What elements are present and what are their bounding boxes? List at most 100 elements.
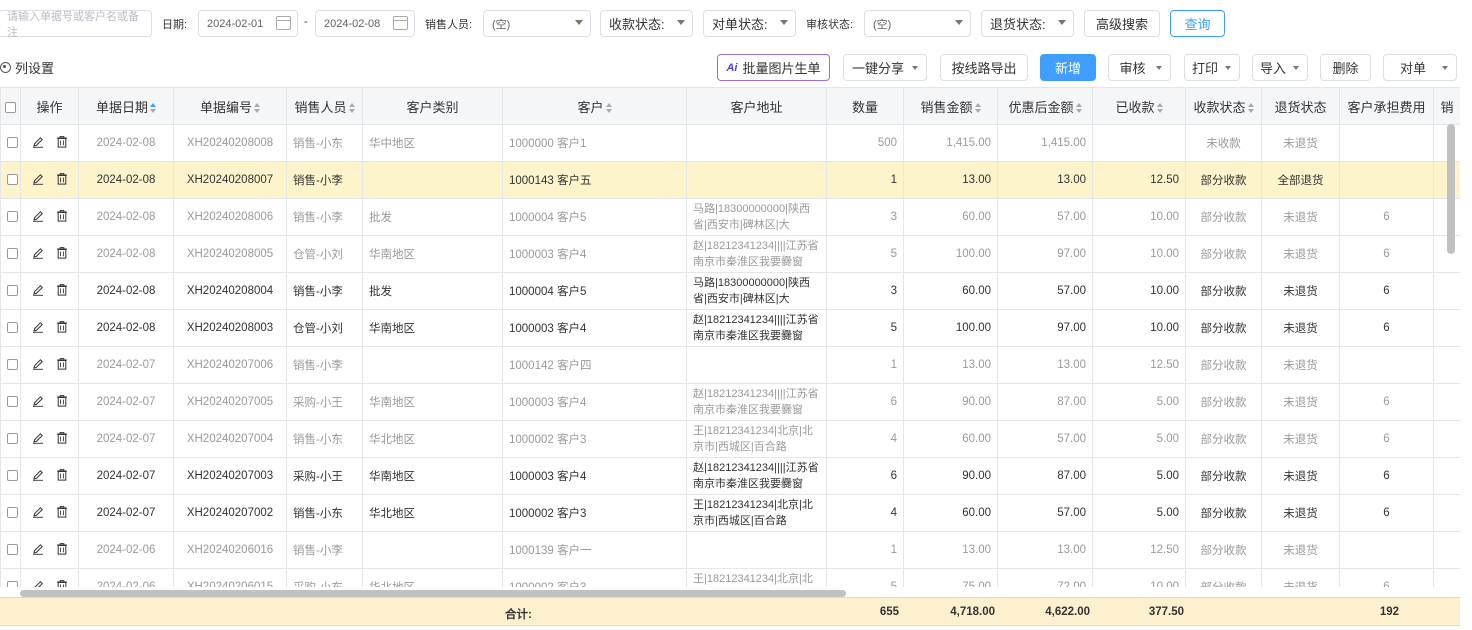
row-checkbox[interactable] (7, 174, 18, 186)
search-input[interactable]: 请输入单据号或客户名或备注 (0, 10, 152, 39)
header-pay-status[interactable]: 收款状态 (1185, 87, 1262, 125)
row-checkbox[interactable] (7, 470, 18, 482)
header-amount[interactable]: 销售金额 (903, 87, 998, 125)
trash-icon[interactable] (56, 172, 68, 188)
edit-icon[interactable] (32, 136, 44, 151)
add-button[interactable]: 新增 (1040, 54, 1096, 81)
header-sales[interactable]: 销售人员 (286, 87, 363, 125)
row-select-cell[interactable] (0, 457, 21, 495)
delete-button[interactable]: 删除 (1320, 54, 1371, 81)
trash-icon[interactable] (56, 283, 68, 299)
trash-icon[interactable] (56, 320, 68, 336)
row-checkbox[interactable] (7, 285, 18, 297)
batch-image-order-button[interactable]: Ai 批量图片生单 (717, 54, 830, 81)
row-checkbox[interactable] (7, 322, 18, 334)
sort-icon[interactable] (150, 103, 156, 114)
vertical-scrollbar[interactable] (1447, 124, 1455, 254)
trash-icon[interactable] (56, 135, 68, 151)
edit-icon[interactable] (32, 543, 44, 558)
row-select-cell[interactable] (0, 161, 21, 199)
edit-icon[interactable] (32, 284, 44, 299)
table-row[interactable]: 2024-02-08 XH20240208008 销售-小东 华中地区 1000000 … (0, 124, 1460, 162)
table-row[interactable]: 2024-02-08 XH20240208005 仓管-小刘 华南地区 1000003 … (0, 235, 1460, 273)
export-by-route-button[interactable]: 按线路导出 (940, 54, 1028, 81)
reconcile-button[interactable]: 对单 (1383, 54, 1457, 81)
header-received[interactable]: 已收款 (1092, 87, 1186, 125)
edit-icon[interactable] (32, 173, 44, 188)
row-checkbox[interactable] (7, 507, 18, 519)
edit-icon[interactable] (32, 469, 44, 484)
edit-icon[interactable] (32, 247, 44, 262)
return-status-select[interactable]: 退货状态: (981, 10, 1074, 37)
row-select-cell[interactable] (0, 198, 21, 236)
sort-icon[interactable] (1247, 103, 1254, 114)
edit-icon[interactable] (32, 432, 44, 447)
row-select-cell[interactable] (0, 346, 21, 384)
trash-icon[interactable] (56, 468, 68, 484)
table-row[interactable]: 2024-02-07 XH20240207003 采购-小王 华南地区 1000003 … (0, 457, 1460, 495)
sort-icon[interactable] (1075, 103, 1082, 114)
sort-icon[interactable] (605, 103, 612, 114)
header-date[interactable]: 单据日期 (78, 87, 174, 125)
table-row[interactable]: 2024-02-07 XH20240207006 销售-小李 1000142 客户四 1… (0, 346, 1460, 384)
sort-icon[interactable] (1156, 103, 1163, 114)
table-row[interactable]: 2024-02-08 XH20240208004 销售-小李 批发 1000004 客户… (0, 272, 1460, 310)
row-select-cell[interactable] (0, 531, 21, 569)
header-customer[interactable]: 客户 (502, 87, 687, 125)
date-to-input[interactable]: 2024-02-08 (315, 10, 415, 37)
header-discounted[interactable]: 优惠后金额 (997, 87, 1093, 125)
row-checkbox[interactable] (7, 396, 18, 408)
audit-button[interactable]: 审核 (1108, 54, 1171, 81)
select-all-cell[interactable] (0, 87, 21, 125)
row-checkbox[interactable] (7, 433, 18, 445)
trash-icon[interactable] (56, 357, 68, 373)
table-row[interactable]: 2024-02-08 XH20240208007 销售-小李 1000143 客户五 1… (0, 161, 1460, 199)
edit-icon[interactable] (32, 506, 44, 521)
trash-icon[interactable] (56, 542, 68, 558)
trash-icon[interactable] (56, 394, 68, 410)
table-row[interactable]: 2024-02-08 XH20240208003 仓管-小刘 华南地区 1000003 … (0, 309, 1460, 347)
edit-icon[interactable] (32, 210, 44, 225)
trash-icon[interactable] (56, 431, 68, 447)
row-checkbox[interactable] (7, 211, 18, 223)
query-button[interactable]: 查询 (1170, 10, 1225, 37)
table-row[interactable]: 2024-02-06 XH20240206016 销售-小李 1000139 客户一 1… (0, 531, 1460, 569)
sort-icon[interactable] (974, 103, 981, 114)
edit-icon[interactable] (32, 580, 44, 587)
table-row[interactable]: 2024-02-08 XH20240208006 销售-小李 批发 1000004 客户… (0, 198, 1460, 236)
reconcile-status-select[interactable]: 对单状态: (703, 10, 796, 37)
table-row[interactable]: 2024-02-07 XH20240207002 销售-小东 华北地区 1000002 … (0, 494, 1460, 532)
edit-icon[interactable] (32, 321, 44, 336)
payment-status-select[interactable]: 收款状态: (600, 10, 693, 37)
trash-icon[interactable] (56, 209, 68, 225)
row-select-cell[interactable] (0, 309, 21, 347)
table-row[interactable]: 2024-02-07 XH20240207005 采购-小王 华南地区 1000003 … (0, 383, 1460, 421)
audit-status-select[interactable]: (空) (864, 10, 971, 37)
row-select-cell[interactable] (0, 568, 21, 587)
row-checkbox[interactable] (7, 544, 18, 556)
row-select-cell[interactable] (0, 494, 21, 532)
horizontal-scrollbar[interactable] (20, 590, 846, 597)
sort-icon[interactable] (254, 103, 260, 114)
trash-icon[interactable] (56, 505, 68, 521)
row-select-cell[interactable] (0, 420, 21, 458)
column-settings-button[interactable]: 列设置 (0, 58, 54, 77)
share-button[interactable]: 一键分享 (843, 54, 927, 81)
trash-icon[interactable] (56, 246, 68, 262)
date-from-input[interactable]: 2024-02-01 (198, 10, 298, 37)
row-checkbox[interactable] (7, 137, 18, 149)
row-checkbox[interactable] (7, 359, 18, 371)
row-select-cell[interactable] (0, 235, 21, 273)
advanced-search-button[interactable]: 高级搜索 (1084, 10, 1160, 37)
table-row[interactable]: 2024-02-06XH20240206015采购-小东华北地区1000002 … (0, 568, 1460, 587)
row-select-cell[interactable] (0, 383, 21, 421)
salesperson-select[interactable]: (空) (483, 10, 591, 37)
select-all-checkbox[interactable] (5, 101, 16, 113)
header-no[interactable]: 单据编号 (173, 87, 287, 125)
print-button[interactable]: 打印 (1184, 54, 1240, 81)
row-select-cell[interactable] (0, 272, 21, 310)
sort-icon[interactable] (348, 103, 355, 114)
row-checkbox[interactable] (7, 248, 18, 260)
edit-icon[interactable] (32, 358, 44, 373)
edit-icon[interactable] (32, 395, 44, 410)
